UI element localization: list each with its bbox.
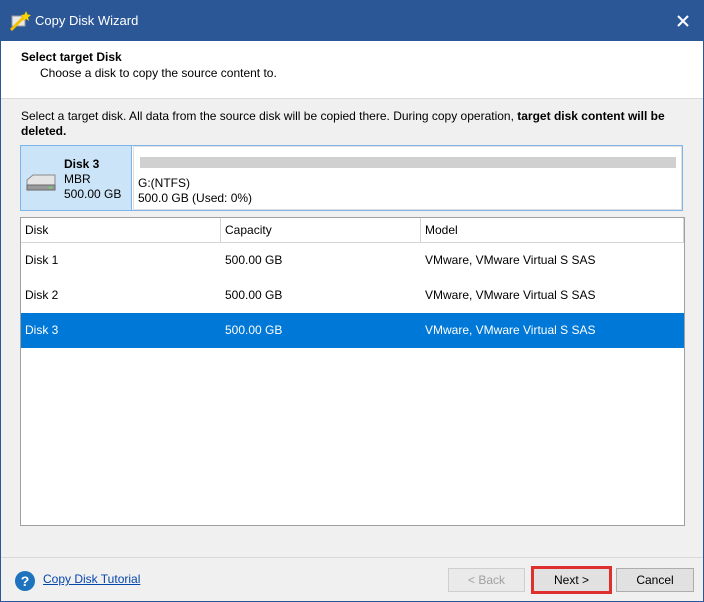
cell-disk: Disk 3: [25, 323, 59, 337]
column-header-model[interactable]: Model: [421, 218, 684, 243]
cell-disk: Disk 1: [25, 253, 59, 267]
partition-label: G:(NTFS): [138, 176, 190, 190]
hard-drive-icon: [26, 174, 56, 191]
svg-text:?: ?: [21, 573, 30, 589]
cell-capacity: 500.00 GB: [225, 288, 283, 302]
window-title: Copy Disk Wizard: [35, 13, 139, 28]
table-header: Disk Capacity Model: [21, 218, 684, 243]
wizard-header: Select target Disk Choose a disk to copy…: [1, 41, 703, 99]
back-button[interactable]: < Back: [448, 568, 525, 592]
selected-disk-map[interactable]: Disk 3 MBR 500.00 GB G:(NTFS) 500.0 GB (…: [20, 145, 683, 211]
page-title: Select target Disk: [21, 50, 122, 64]
table-row-selected[interactable]: Disk 3 500.00 GB VMware, VMware Virtual …: [21, 313, 684, 348]
close-button[interactable]: [663, 1, 703, 41]
instruction-text: Select a target disk. All data from the …: [21, 109, 681, 139]
table-row[interactable]: Disk 1 500.00 GB VMware, VMware Virtual …: [21, 243, 684, 278]
partition-usage-bar: [140, 157, 676, 168]
partition-block[interactable]: G:(NTFS) 500.0 GB (Used: 0%): [133, 146, 682, 210]
wizard-wand-icon: [9, 11, 31, 32]
cell-model: VMware, VMware Virtual S SAS: [425, 253, 596, 267]
help-icon[interactable]: ?: [14, 570, 36, 592]
page-subtitle: Choose a disk to copy the source content…: [40, 66, 277, 80]
disk-name: Disk 3: [64, 157, 100, 171]
disk-size: 500.00 GB: [64, 187, 122, 201]
copy-disk-tutorial-link[interactable]: Copy Disk Tutorial: [43, 572, 140, 586]
disk-partition-style: MBR: [64, 172, 91, 186]
cell-model: VMware, VMware Virtual S SAS: [425, 288, 596, 302]
cell-capacity: 500.00 GB: [225, 253, 283, 267]
footer-divider: [1, 557, 703, 558]
instruction-normal: Select a target disk. All data from the …: [21, 109, 518, 123]
column-header-capacity[interactable]: Capacity: [221, 218, 421, 243]
disk-info-panel[interactable]: Disk 3 MBR 500.00 GB: [21, 146, 132, 210]
title-bar[interactable]: Copy Disk Wizard: [1, 1, 703, 41]
table-row[interactable]: Disk 2 500.00 GB VMware, VMware Virtual …: [21, 278, 684, 313]
disk-list-table[interactable]: Disk Capacity Model Disk 1 500.00 GB VMw…: [20, 217, 685, 526]
close-icon: [677, 15, 689, 27]
cancel-button[interactable]: Cancel: [616, 568, 694, 592]
cell-capacity: 500.00 GB: [225, 323, 283, 337]
cell-model: VMware, VMware Virtual S SAS: [425, 323, 596, 337]
partition-usage: 500.0 GB (Used: 0%): [138, 191, 253, 205]
next-button[interactable]: Next >: [531, 566, 612, 594]
cell-disk: Disk 2: [25, 288, 59, 302]
copy-disk-wizard-window: Copy Disk Wizard Select target Disk Choo…: [0, 0, 704, 602]
column-header-disk[interactable]: Disk: [21, 218, 221, 243]
